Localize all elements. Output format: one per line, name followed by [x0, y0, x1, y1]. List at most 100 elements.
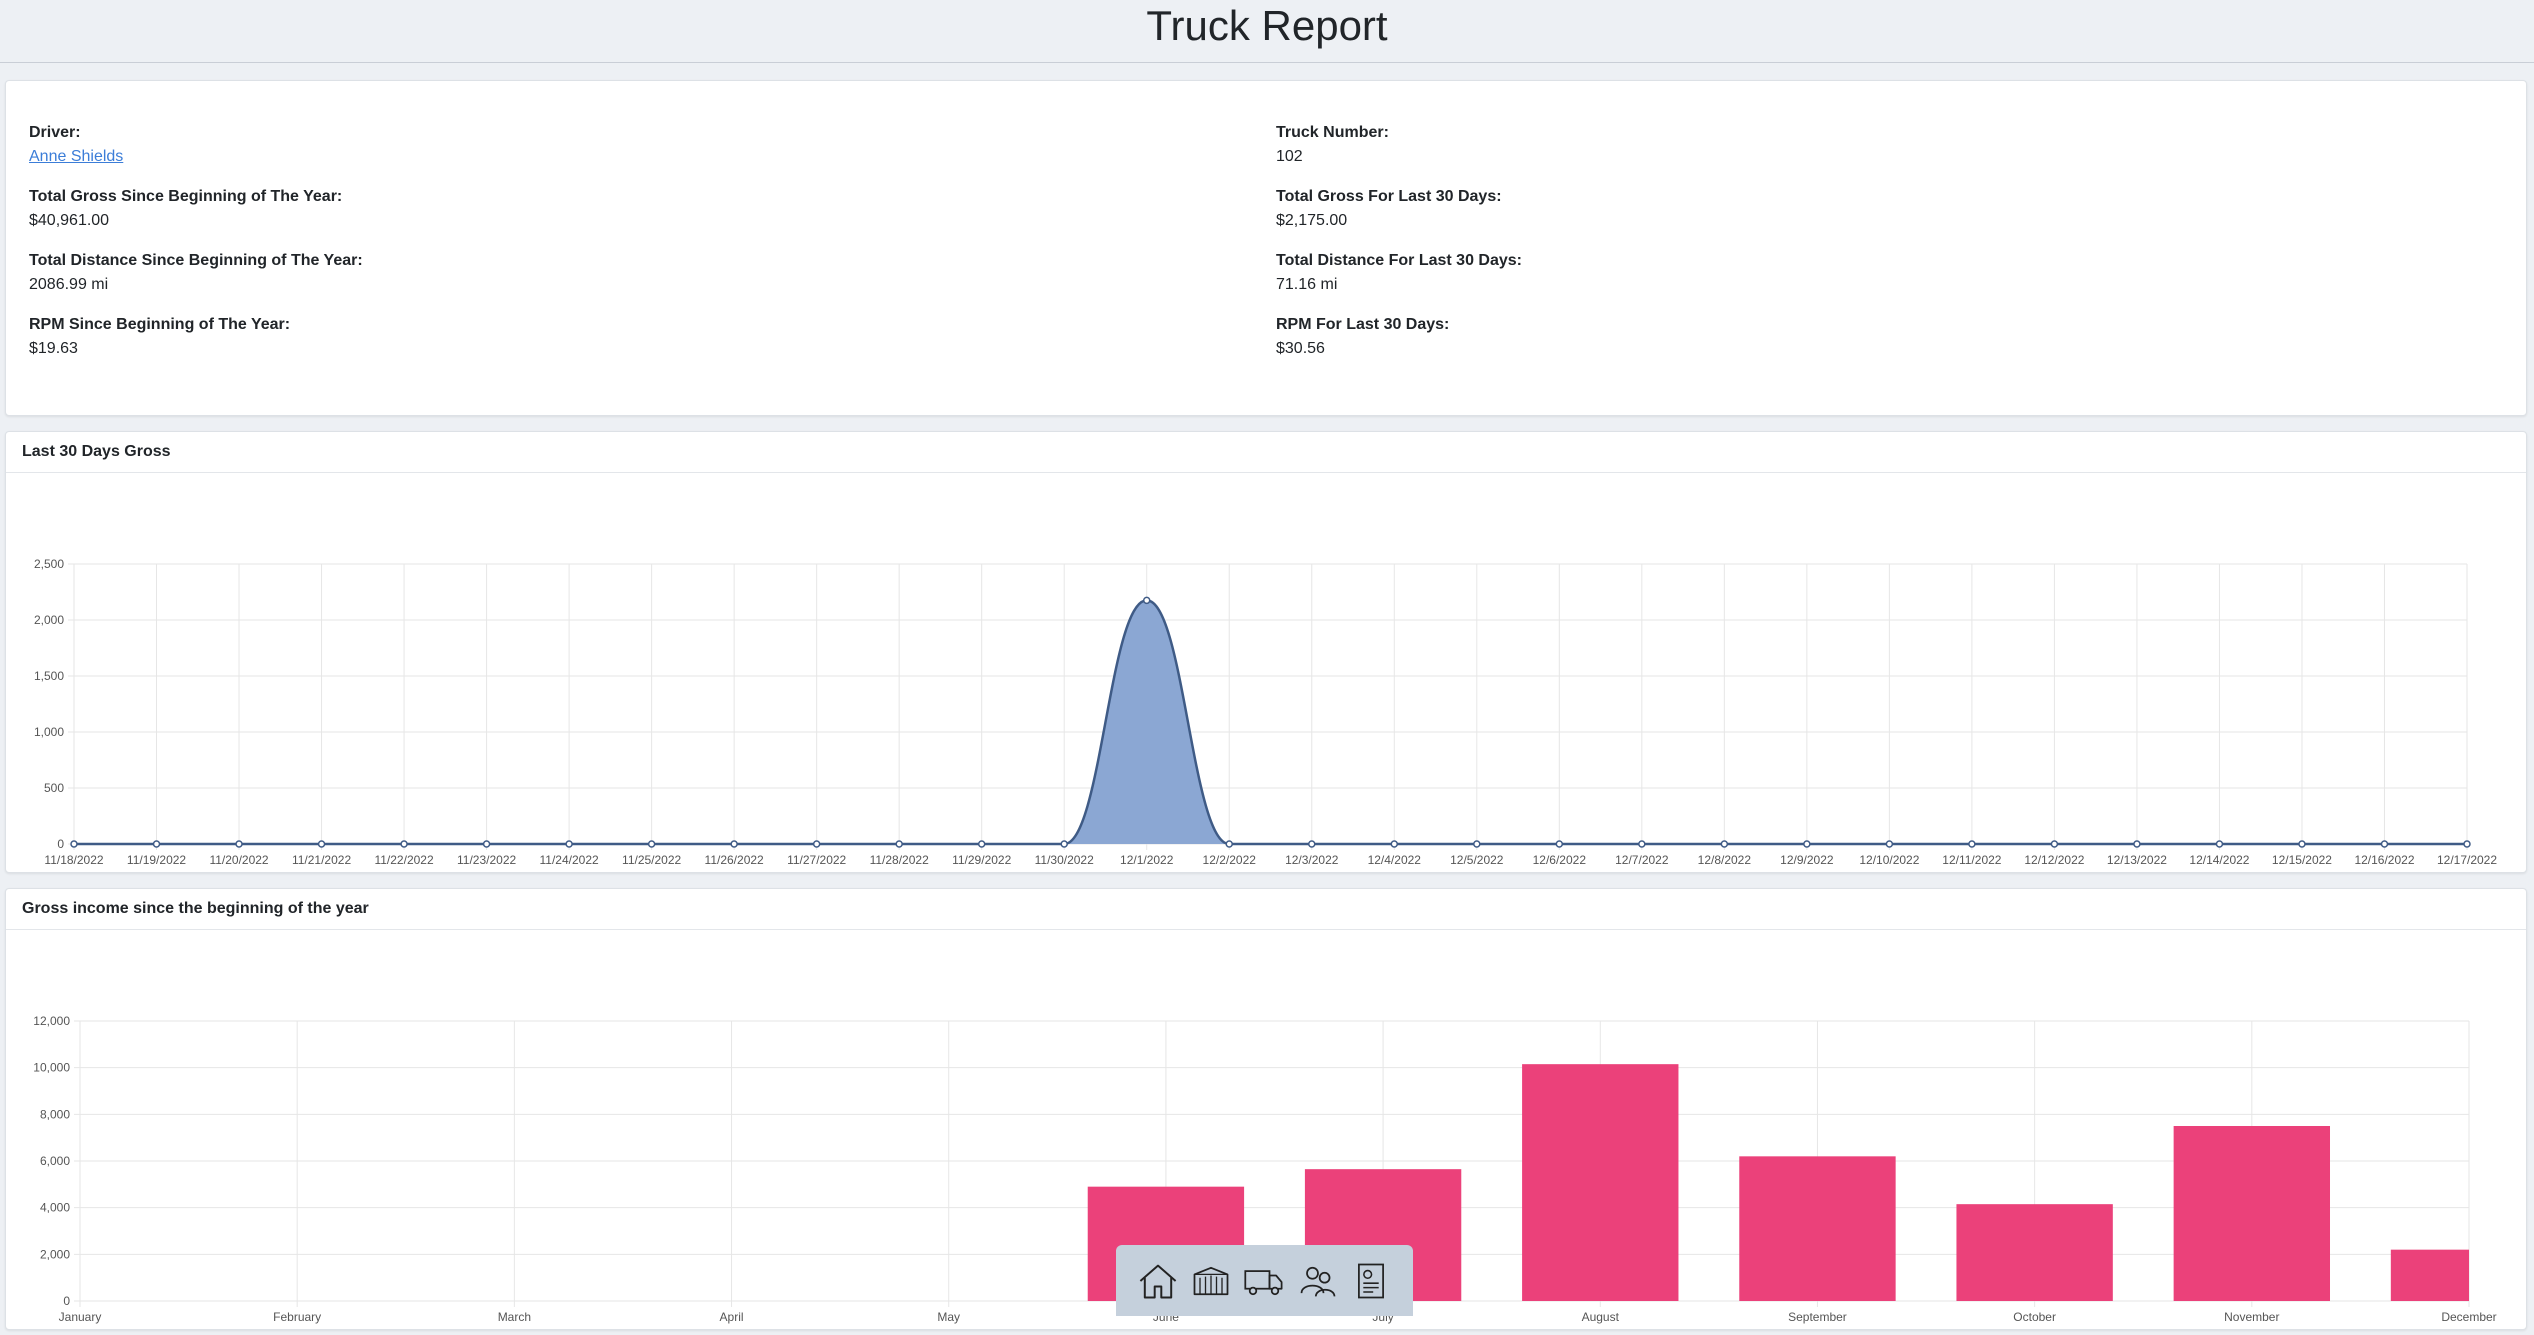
- x-tick-label: October: [2013, 1310, 2056, 1324]
- x-tick-label: 11/18/2022: [44, 853, 103, 867]
- bar[interactable]: [1739, 1156, 1896, 1301]
- reports-button[interactable]: [1348, 1258, 1394, 1304]
- x-tick-label: December: [2441, 1310, 2496, 1324]
- data-point[interactable]: [1308, 840, 1316, 848]
- field-label: Total Distance For Last 30 Days:: [1276, 252, 1522, 269]
- x-tick-label: 11/23/2022: [457, 853, 516, 867]
- y-tick-label: 6,000: [40, 1154, 70, 1168]
- x-tick-label: 11/24/2022: [540, 853, 599, 867]
- x-tick-label: May: [937, 1310, 960, 1324]
- x-tick-label: April: [720, 1310, 744, 1324]
- truck-info-card: Driver: Anne Shields Total Gross Since B…: [5, 80, 2527, 416]
- home-button[interactable]: [1135, 1258, 1181, 1304]
- bar[interactable]: [1522, 1064, 1679, 1301]
- field-label: RPM Since Beginning of The Year:: [29, 316, 291, 333]
- data-point[interactable]: [812, 840, 821, 848]
- total-distance-30-field: Total Distance For Last 30 Days: 71.16 m…: [1276, 249, 1522, 313]
- data-point[interactable]: [1885, 840, 1894, 848]
- x-tick-label: 12/8/2022: [1698, 853, 1752, 867]
- data-point[interactable]: [2463, 840, 2471, 848]
- data-point[interactable]: [1720, 840, 1729, 848]
- driver-field: Driver: Anne Shields: [29, 121, 363, 185]
- driver-link[interactable]: Anne Shields: [29, 145, 363, 169]
- truck-number-field: Truck Number: 102: [1276, 121, 1522, 185]
- data-point[interactable]: [2215, 840, 2224, 848]
- field-value: 71.16 mi: [1276, 276, 1338, 293]
- data-point[interactable]: [1473, 840, 1481, 848]
- card-title: Last 30 Days Gross: [6, 432, 2526, 473]
- y-tick-label: 4,000: [40, 1201, 70, 1215]
- x-tick-label: 12/14/2022: [2189, 853, 2249, 867]
- data-point[interactable]: [1638, 840, 1646, 848]
- bar[interactable]: [1956, 1204, 2113, 1301]
- field-value: $19.63: [29, 340, 78, 357]
- data-point[interactable]: [2050, 840, 2059, 848]
- field-value: $2,175.00: [1276, 212, 1348, 229]
- data-point[interactable]: [1225, 840, 1233, 848]
- data-point[interactable]: [1060, 840, 1068, 848]
- total-distance-year-field: Total Distance Since Beginning of The Ye…: [29, 249, 363, 313]
- data-point[interactable]: [2298, 840, 2306, 848]
- y-tick-label: 0: [63, 1294, 70, 1308]
- y-tick-label: 8,000: [40, 1107, 70, 1121]
- data-point[interactable]: [977, 840, 986, 848]
- data-point[interactable]: [730, 840, 738, 848]
- rpm-year-field: RPM Since Beginning of The Year: $19.63: [29, 313, 363, 377]
- bottom-dock: [1116, 1245, 1413, 1316]
- total-gross-30-field: Total Gross For Last 30 Days: $2,175.00: [1276, 185, 1522, 249]
- data-point[interactable]: [317, 840, 326, 848]
- x-tick-label: 11/22/2022: [374, 853, 433, 867]
- y-tick-label: 10,000: [33, 1061, 70, 1075]
- field-value: $40,961.00: [29, 212, 110, 229]
- rpm-30-field: RPM For Last 30 Days: $30.56: [1276, 313, 1522, 377]
- data-point[interactable]: [2380, 840, 2389, 848]
- home-icon: [1139, 1264, 1177, 1298]
- x-tick-label: 12/15/2022: [2272, 853, 2332, 867]
- field-label: RPM For Last 30 Days:: [1276, 316, 1450, 333]
- y-tick-label: 2,500: [34, 557, 64, 571]
- x-tick-label: 11/26/2022: [705, 853, 764, 867]
- data-point[interactable]: [1142, 596, 1151, 605]
- x-tick-label: 11/25/2022: [622, 853, 681, 867]
- x-tick-label: 12/11/2022: [1942, 853, 2001, 867]
- field-label: Total Gross Since Beginning of The Year:: [29, 188, 343, 205]
- data-point[interactable]: [1803, 840, 1811, 848]
- x-tick-label: 12/7/2022: [1615, 853, 1669, 867]
- x-tick-label: 11/21/2022: [292, 853, 351, 867]
- bar[interactable]: [2173, 1126, 2331, 1301]
- data-point[interactable]: [152, 840, 161, 848]
- x-tick-label: 11/29/2022: [952, 853, 1011, 867]
- users-icon: [1300, 1266, 1336, 1297]
- data-point[interactable]: [70, 840, 78, 848]
- x-tick-label: September: [1788, 1310, 1847, 1324]
- data-point[interactable]: [647, 840, 656, 848]
- x-tick-label: 12/1/2022: [1120, 853, 1174, 867]
- data-point[interactable]: [482, 840, 491, 848]
- field-label: Total Distance Since Beginning of The Ye…: [29, 252, 363, 269]
- last-30-days-card: Last 30 Days Gross 0 500 1,000 1,500 2,000 2,…: [5, 431, 2527, 873]
- data-point[interactable]: [565, 840, 573, 848]
- bar[interactable]: [2390, 1249, 2469, 1301]
- loads-button[interactable]: [1188, 1258, 1234, 1304]
- x-tick-label: November: [2224, 1310, 2279, 1324]
- x-tick-label: 12/2/2022: [1203, 853, 1257, 867]
- data-point[interactable]: [2133, 840, 2141, 848]
- data-point[interactable]: [235, 840, 243, 848]
- drivers-button[interactable]: [1295, 1258, 1341, 1304]
- data-point[interactable]: [895, 840, 903, 848]
- x-tick-label: 11/19/2022: [127, 853, 186, 867]
- data-point[interactable]: [1390, 840, 1399, 848]
- x-tick-label: January: [59, 1310, 102, 1324]
- data-point[interactable]: [1555, 840, 1564, 848]
- trucks-button[interactable]: [1241, 1258, 1287, 1304]
- x-tick-label: 12/17/2022: [2437, 853, 2497, 867]
- data-point[interactable]: [1968, 840, 1976, 848]
- data-point[interactable]: [400, 840, 408, 848]
- card-title: Gross income since the beginning of the …: [6, 889, 2526, 930]
- x-tick-label: 12/12/2022: [2024, 853, 2084, 867]
- y-tick-label: 2,000: [34, 613, 64, 627]
- last-30-days-chart: 0 500 1,000 1,500 2,000 2,500 11/18/2022 11/19/…: [34, 557, 2497, 867]
- x-tick-label: 12/13/2022: [2107, 853, 2167, 867]
- field-value: $30.56: [1276, 340, 1325, 357]
- x-tick-label: 12/4/2022: [1368, 853, 1422, 867]
